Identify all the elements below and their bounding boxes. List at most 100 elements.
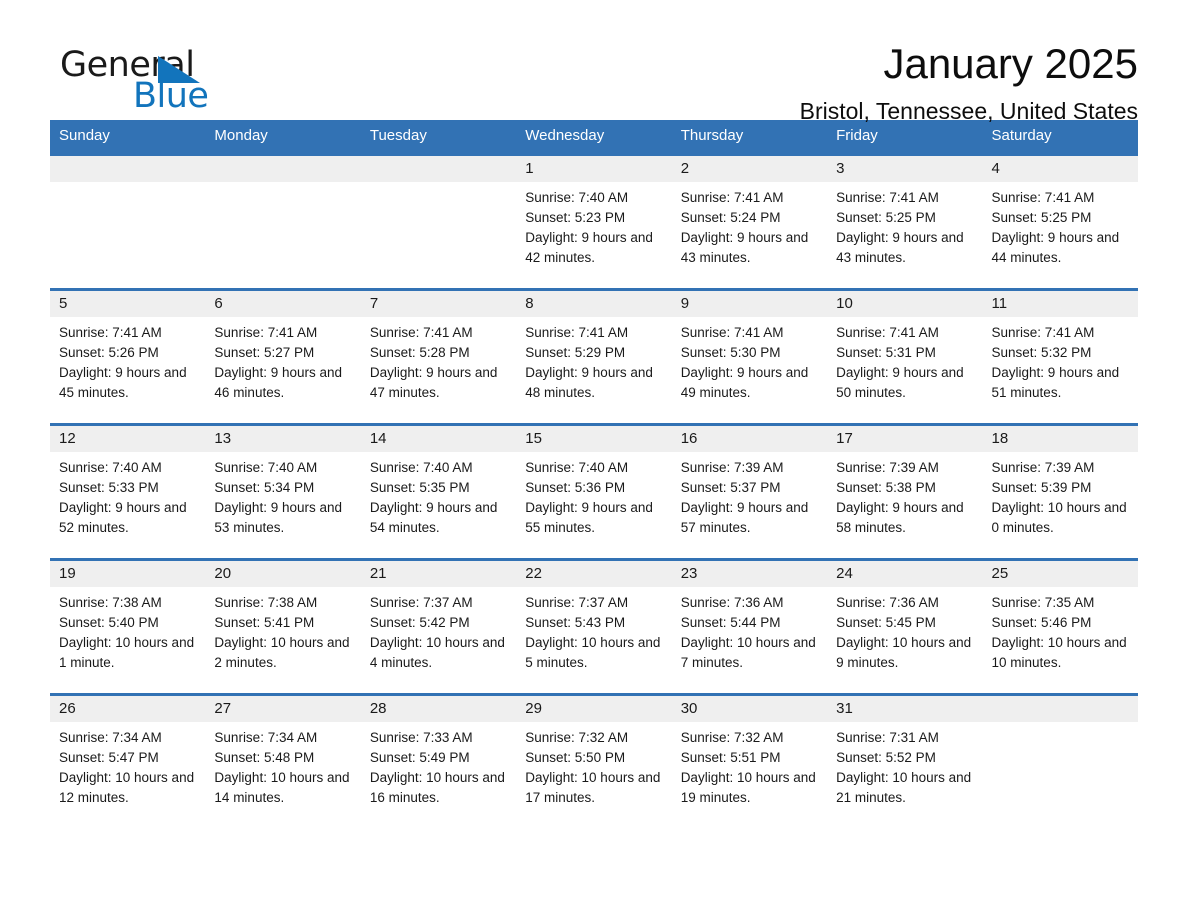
sunset-text: Sunset: 5:42 PM <box>369 614 470 630</box>
day-number: 12 <box>50 425 206 452</box>
day-cell-details: Sunrise: 7:40 AM Sunset: 5:23 PM Daylight:… <box>516 182 671 268</box>
calendar-day-cell[interactable]: 26 Sunrise: 7:34 AM Sunset: 5:47 PM Dayligh… <box>50 692 206 828</box>
calendar-day-cell[interactable]: 30 Sunrise: 7:32 AM Sunset: 5:51 PM Dayligh… <box>671 692 828 828</box>
sunrise-text: Sunrise: 7:39 AM <box>836 459 939 475</box>
sunrise-text: Sunrise: 7:41 AM <box>991 189 1095 205</box>
calendar-day-cell[interactable]: 29 Sunrise: 7:32 AM Sunset: 5:50 PM Dayligh… <box>516 692 672 828</box>
day-cell-inner: 2 Sunrise: 7:41 AM Sunset: 5:24 PM Daylight… <box>671 152 828 288</box>
day-cell-details: Sunrise: 7:41 AM Sunset: 5:25 PM Daylight:… <box>983 182 1138 268</box>
sunrise-text: Sunrise: 7:40 AM <box>525 459 629 475</box>
daylight-text: Daylight: 10 hours and 21 minutes. <box>836 769 972 805</box>
day-cell-details: Sunrise: 7:37 AM Sunset: 5:42 PM Daylight:… <box>361 587 516 673</box>
calendar-day-cell[interactable]: 8 Sunrise: 7:41 AM Sunset: 5:29 PM Daylight… <box>516 287 672 423</box>
sunrise-text: Sunrise: 7:31 AM <box>836 729 939 745</box>
calendar-day-cell[interactable]: 2 Sunrise: 7:41 AM Sunset: 5:24 PM Daylight… <box>671 152 828 288</box>
calendar-day-cell[interactable]: 15 Sunrise: 7:40 AM Sunset: 5:36 PM Dayligh… <box>516 422 672 558</box>
day-cell-details: Sunrise: 7:41 AM Sunset: 5:30 PM Daylight:… <box>672 317 827 403</box>
sunset-text: Sunset: 5:50 PM <box>525 749 626 765</box>
general-blue-logo: General Blue <box>60 48 360 120</box>
day-cell-inner: 20 Sunrise: 7:38 AM Sunset: 5:41 PM Dayligh… <box>205 557 361 693</box>
sunrise-text: Sunrise: 7:41 AM <box>680 324 784 340</box>
sunset-text: Sunset: 5:39 PM <box>991 479 1092 495</box>
daylight-text: Daylight: 9 hours and 42 minutes. <box>525 229 653 265</box>
calendar-day-cell[interactable]: 12 Sunrise: 7:40 AM Sunset: 5:33 PM Dayligh… <box>50 422 206 558</box>
calendar-day-cell[interactable]: 31 Sunrise: 7:31 AM Sunset: 5:52 PM Dayligh… <box>827 692 983 828</box>
calendar-day-cell[interactable]: 7 Sunrise: 7:41 AM Sunset: 5:28 PM Daylight… <box>360 287 517 423</box>
daylight-text: Daylight: 9 hours and 53 minutes. <box>214 499 342 535</box>
day-cell-inner: 16 Sunrise: 7:39 AM Sunset: 5:37 PM Dayligh… <box>671 422 828 558</box>
calendar-day-cell[interactable]: 18 Sunrise: 7:39 AM Sunset: 5:39 PM Dayligh… <box>982 422 1138 558</box>
calendar-day-cell[interactable]: 4 Sunrise: 7:41 AM Sunset: 5:25 PM Daylight… <box>982 152 1138 288</box>
calendar-day-cell[interactable]: 25 Sunrise: 7:35 AM Sunset: 5:46 PM Dayligh… <box>982 557 1138 693</box>
calendar-day-cell[interactable]: 10 Sunrise: 7:41 AM Sunset: 5:31 PM Dayligh… <box>827 287 983 423</box>
calendar-day-cell[interactable]: 22 Sunrise: 7:37 AM Sunset: 5:43 PM Dayligh… <box>516 557 672 693</box>
calendar-day-cell[interactable]: 16 Sunrise: 7:39 AM Sunset: 5:37 PM Dayligh… <box>671 422 828 558</box>
day-cell-details: Sunrise: 7:41 AM Sunset: 5:27 PM Daylight:… <box>205 317 360 403</box>
sunset-text: Sunset: 5:52 PM <box>836 749 936 765</box>
day-number: 10 <box>827 290 983 317</box>
day-number: 11 <box>982 290 1138 317</box>
calendar-day-cell[interactable]: 6 Sunrise: 7:41 AM Sunset: 5:27 PM Daylight… <box>205 287 361 423</box>
day-cell-details: Sunrise: 7:37 AM Sunset: 5:43 PM Daylight:… <box>516 587 671 673</box>
calendar-day-cell[interactable]: 27 Sunrise: 7:34 AM Sunset: 5:48 PM Dayligh… <box>205 692 361 828</box>
daylight-text: Daylight: 10 hours and 0 minutes. <box>991 499 1127 535</box>
day-number: 18 <box>982 425 1138 452</box>
sunset-text: Sunset: 5:26 PM <box>59 344 159 360</box>
sunset-text: Sunset: 5:43 PM <box>525 614 626 630</box>
sunrise-text: Sunrise: 7:41 AM <box>836 189 939 205</box>
daylight-text: Daylight: 10 hours and 9 minutes. <box>836 634 972 670</box>
day-cell-inner: 7 Sunrise: 7:41 AM Sunset: 5:28 PM Daylight… <box>360 287 517 423</box>
calendar-day-cell[interactable]: 20 Sunrise: 7:38 AM Sunset: 5:41 PM Dayligh… <box>205 557 361 693</box>
day-cell-details: Sunrise: 7:41 AM Sunset: 5:31 PM Daylight:… <box>827 317 982 403</box>
day-cell-inner: 30 Sunrise: 7:32 AM Sunset: 5:51 PM Dayligh… <box>671 692 828 828</box>
calendar-day-cell[interactable]: 14 Sunrise: 7:40 AM Sunset: 5:35 PM Dayligh… <box>360 422 517 558</box>
sunset-text: Sunset: 5:25 PM <box>991 209 1092 225</box>
day-cell-inner: 8 Sunrise: 7:41 AM Sunset: 5:29 PM Daylight… <box>516 287 672 423</box>
calendar-day-cell <box>205 152 361 288</box>
calendar-day-cell[interactable]: 21 Sunrise: 7:37 AM Sunset: 5:42 PM Dayligh… <box>360 557 517 693</box>
calendar-week-row: 1 Sunrise: 7:40 AM Sunset: 5:23 PM Daylight… <box>50 152 1138 288</box>
sunrise-text: Sunrise: 7:41 AM <box>836 324 939 340</box>
daylight-text: Daylight: 9 hours and 50 minutes. <box>836 364 964 400</box>
daylight-text: Daylight: 9 hours and 46 minutes. <box>214 364 342 400</box>
day-cell-details: Sunrise: 7:40 AM Sunset: 5:36 PM Daylight:… <box>516 452 671 538</box>
day-cell-inner: 4 Sunrise: 7:41 AM Sunset: 5:25 PM Daylight… <box>982 152 1138 288</box>
day-cell-inner: 3 Sunrise: 7:41 AM Sunset: 5:25 PM Daylight… <box>827 152 983 288</box>
sunset-text: Sunset: 5:27 PM <box>214 344 315 360</box>
sunset-text: Sunset: 5:46 PM <box>991 614 1092 630</box>
daylight-text: Daylight: 9 hours and 51 minutes. <box>991 364 1120 400</box>
day-cell-details: Sunrise: 7:41 AM Sunset: 5:32 PM Daylight:… <box>983 317 1138 403</box>
daylight-text: Daylight: 9 hours and 52 minutes. <box>59 499 187 535</box>
day-cell-inner <box>360 152 517 288</box>
daylight-text: Daylight: 10 hours and 1 minute. <box>59 634 195 670</box>
daylight-text: Daylight: 10 hours and 2 minutes. <box>214 634 350 670</box>
day-cell-inner <box>50 152 206 288</box>
calendar-day-cell[interactable]: 11 Sunrise: 7:41 AM Sunset: 5:32 PM Dayligh… <box>982 287 1138 423</box>
daylight-text: Daylight: 10 hours and 14 minutes. <box>214 769 350 805</box>
sunset-text: Sunset: 5:24 PM <box>680 209 781 225</box>
day-cell-inner: 6 Sunrise: 7:41 AM Sunset: 5:27 PM Daylight… <box>205 287 361 423</box>
calendar-day-cell[interactable]: 9 Sunrise: 7:41 AM Sunset: 5:30 PM Daylight… <box>671 287 828 423</box>
day-number <box>982 695 1138 722</box>
calendar-day-cell[interactable]: 1 Sunrise: 7:40 AM Sunset: 5:23 PM Daylight… <box>516 152 672 288</box>
calendar-day-cell[interactable]: 13 Sunrise: 7:40 AM Sunset: 5:34 PM Dayligh… <box>205 422 361 558</box>
sunrise-text: Sunrise: 7:41 AM <box>369 324 473 340</box>
calendar-day-cell[interactable]: 17 Sunrise: 7:39 AM Sunset: 5:38 PM Dayligh… <box>827 422 983 558</box>
calendar-day-cell <box>982 692 1138 828</box>
calendar-day-cell[interactable]: 28 Sunrise: 7:33 AM Sunset: 5:49 PM Dayligh… <box>360 692 517 828</box>
calendar-day-cell[interactable]: 3 Sunrise: 7:41 AM Sunset: 5:25 PM Daylight… <box>827 152 983 288</box>
calendar-day-cell[interactable]: 5 Sunrise: 7:41 AM Sunset: 5:26 PM Daylight… <box>50 287 206 423</box>
day-number: 20 <box>205 560 361 587</box>
sunrise-text: Sunrise: 7:41 AM <box>991 324 1095 340</box>
day-cell-details: Sunrise: 7:34 AM Sunset: 5:47 PM Daylight:… <box>50 722 205 808</box>
calendar-day-cell[interactable]: 19 Sunrise: 7:38 AM Sunset: 5:40 PM Dayligh… <box>50 557 206 693</box>
day-cell-details: Sunrise: 7:41 AM Sunset: 5:24 PM Daylight:… <box>672 182 827 268</box>
calendar-day-cell[interactable]: 23 Sunrise: 7:36 AM Sunset: 5:44 PM Dayligh… <box>671 557 828 693</box>
sunrise-text: Sunrise: 7:39 AM <box>680 459 784 475</box>
day-cell-inner: 10 Sunrise: 7:41 AM Sunset: 5:31 PM Dayligh… <box>827 287 983 423</box>
daylight-text: Daylight: 10 hours and 7 minutes. <box>680 634 816 670</box>
day-cell-details: Sunrise: 7:32 AM Sunset: 5:50 PM Daylight:… <box>516 722 671 808</box>
calendar-day-cell[interactable]: 24 Sunrise: 7:36 AM Sunset: 5:45 PM Dayligh… <box>827 557 983 693</box>
sunrise-text: Sunrise: 7:32 AM <box>525 729 629 745</box>
day-number: 3 <box>827 155 983 182</box>
